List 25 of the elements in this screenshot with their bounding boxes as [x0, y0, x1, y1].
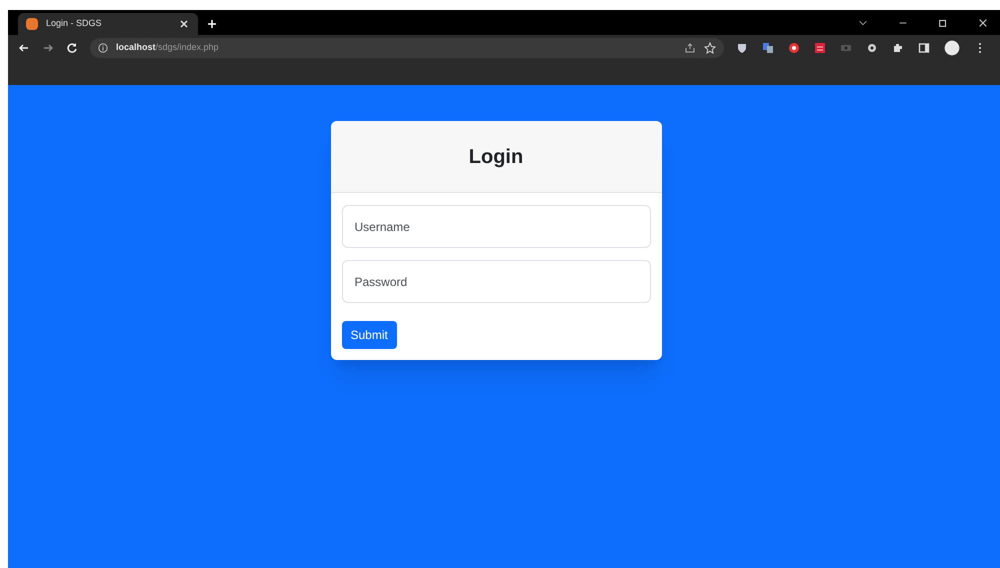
login-heading: Login — [468, 144, 524, 170]
gear-icon[interactable] — [866, 42, 878, 54]
tab-title: Login - SDGS — [46, 17, 103, 30]
close-icon[interactable] — [178, 18, 190, 30]
profile-avatar-icon[interactable] — [944, 40, 960, 56]
info-icon[interactable] — [98, 42, 108, 52]
text-input-field[interactable]: Password — [342, 260, 650, 303]
share-icon[interactable] — [684, 42, 696, 54]
puzzle-icon[interactable] — [892, 42, 904, 54]
back-arrow-icon[interactable] — [18, 42, 30, 54]
restore-icon[interactable] — [938, 18, 948, 28]
site-favicon — [26, 18, 38, 30]
plus-icon[interactable] — [206, 18, 218, 30]
close-icon[interactable] — [978, 18, 988, 28]
address-bar[interactable]: localhost/sdgs/index.php — [90, 38, 724, 58]
text-input-field[interactable]: Username — [342, 205, 650, 248]
url-text: localhost/sdgs/index.php — [116, 40, 219, 54]
browser-tab[interactable]: Login - SDGS — [18, 13, 198, 35]
submit-button[interactable]: Submit — [342, 321, 397, 349]
star-icon[interactable] — [704, 42, 716, 54]
forward-arrow-icon[interactable] — [42, 42, 54, 54]
shield-icon[interactable] — [736, 42, 748, 54]
translate-icon[interactable] — [762, 42, 774, 54]
sidebar-icon[interactable] — [918, 42, 930, 54]
reload-icon[interactable] — [66, 42, 78, 54]
